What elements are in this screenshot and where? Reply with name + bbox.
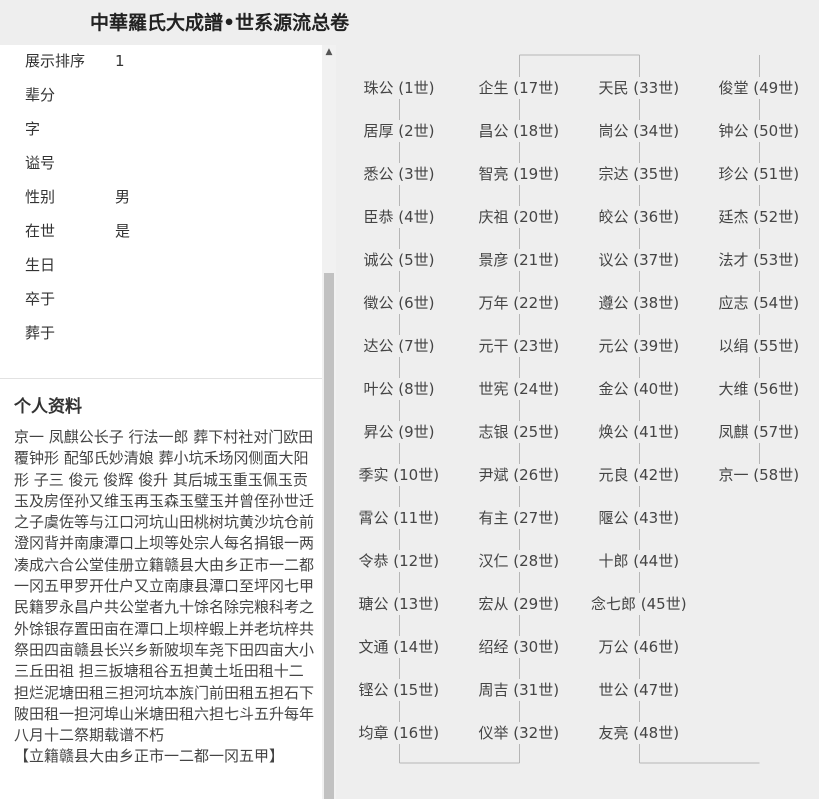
generation-node[interactable]: 焕公 (41世) (596, 421, 682, 443)
generation-node[interactable]: 企生 (17世) (476, 77, 562, 99)
attr-row-birthday: 生日 (25, 254, 115, 274)
generation-node[interactable]: 文通 (14世) (356, 636, 442, 658)
app-header: 中華羅氏大成譜•世系源流总卷 (0, 0, 819, 45)
attr-value: 1 (115, 52, 125, 70)
generation-node[interactable]: 俊堂 (49世) (716, 77, 802, 99)
generation-node[interactable]: 景彦 (21世) (476, 249, 562, 271)
generation-node[interactable]: 宏从 (29世) (476, 593, 562, 615)
page-title: 中華羅氏大成譜•世系源流总卷 (90, 12, 350, 34)
generation-node[interactable]: 议公 (37世) (596, 249, 682, 271)
generation-node[interactable]: 万年 (22世) (476, 292, 562, 314)
attr-row-generation-name: 辈分 (25, 84, 115, 104)
generation-node[interactable]: 元干 (23世) (476, 335, 562, 357)
generation-node[interactable]: 铿公 (15世) (356, 679, 442, 701)
generation-node[interactable]: 悉公 (3世) (361, 163, 437, 185)
attr-label: 展示排序 (25, 52, 86, 70)
generation-node[interactable]: 居厚 (2世) (361, 120, 437, 142)
generation-node[interactable]: 智亮 (19世) (476, 163, 562, 185)
generation-node[interactable]: 昇公 (9世) (361, 421, 437, 443)
generation-node[interactable]: 天民 (33世) (596, 77, 682, 99)
generation-node[interactable]: 以绢 (55世) (716, 335, 802, 357)
attr-label: 辈分 (25, 86, 56, 104)
generation-node[interactable]: 京一 (58世) (716, 464, 802, 486)
generation-node[interactable]: 珠公 (1世) (361, 77, 437, 99)
attribute-list: 展示排序 1 辈分 字 谥号 性别 男 在世 是 生日 卒于 葬于 (0, 45, 322, 380)
generation-node[interactable]: 念七郎 (45世) (589, 593, 689, 615)
generation-node[interactable]: 达公 (7世) (361, 335, 437, 357)
generation-node[interactable]: 诚公 (5世) (361, 249, 437, 271)
attr-row-gender: 性别 男 (25, 186, 130, 206)
section-divider (0, 378, 322, 379)
generation-node[interactable]: 遵公 (38世) (596, 292, 682, 314)
profile-heading: 个人资料 (14, 397, 82, 417)
attr-row-burial: 葬于 (25, 322, 115, 342)
generation-node[interactable]: 仪举 (32世) (476, 722, 562, 744)
attr-row-courtesy-name: 字 (25, 118, 115, 138)
generation-node[interactable]: 令恭 (12世) (356, 550, 442, 572)
generation-node[interactable]: 法才 (53世) (716, 249, 802, 271)
generation-node[interactable]: 凤麒 (57世) (716, 421, 802, 443)
generation-node[interactable]: 昌公 (18世) (476, 120, 562, 142)
attr-label: 性别 (25, 188, 56, 206)
generation-node[interactable]: 霄公 (11世) (356, 507, 442, 529)
attr-row-death: 卒于 (25, 288, 115, 308)
attr-label: 在世 (25, 222, 56, 240)
generation-node[interactable]: 均章 (16世) (356, 722, 442, 744)
generation-node[interactable]: 廷杰 (52世) (716, 206, 802, 228)
generation-node[interactable]: 珍公 (51世) (716, 163, 802, 185)
profile-text: 京一 凤麒公长子 行法一郎 葬下村社对门欧田覆钟形 配邹氏妙清娘 葬小坑禾场冈侧… (14, 428, 315, 745)
generation-node[interactable]: 汉仁 (28世) (476, 550, 562, 572)
generation-node[interactable]: 元公 (39世) (596, 335, 682, 357)
attr-row-posthumous-name: 谥号 (25, 152, 115, 172)
generation-node[interactable]: 应志 (54世) (716, 292, 802, 314)
generation-node[interactable]: 宗达 (35世) (596, 163, 682, 185)
generation-node[interactable]: 世宪 (24世) (476, 378, 562, 400)
generation-node[interactable]: 钟公 (50世) (716, 120, 802, 142)
generation-node[interactable]: 瑭公 (13世) (356, 593, 442, 615)
scroll-up-icon[interactable]: ▲ (322, 45, 336, 59)
generation-node[interactable]: 万公 (46世) (596, 636, 682, 658)
attr-label: 生日 (25, 256, 56, 274)
generation-node[interactable]: 叶公 (8世) (361, 378, 437, 400)
scrollbar-thumb[interactable] (324, 273, 334, 799)
generation-node[interactable]: 金公 (40世) (596, 378, 682, 400)
generation-node[interactable]: 尹斌 (26世) (476, 464, 562, 486)
attr-label: 谥号 (25, 154, 56, 172)
generation-node[interactable]: 皎公 (36世) (596, 206, 682, 228)
generation-node[interactable]: 庆祖 (20世) (476, 206, 562, 228)
profile-footer: 【立籍赣县大由乡正市一二都一冈五甲】 (14, 747, 285, 766)
detail-panel: 展示排序 1 辈分 字 谥号 性别 男 在世 是 生日 卒于 葬于 个人资料 京一 凤… (0, 45, 336, 799)
attr-label: 葬于 (25, 324, 56, 342)
attr-value: 是 (115, 222, 131, 240)
attr-value: 男 (115, 188, 131, 206)
profile-text-block: 京一 凤麒公长子 行法一郎 葬下村社对门欧田覆钟形 配邹氏妙清娘 葬小坑禾场冈侧… (14, 427, 314, 768)
generation-node[interactable]: 大维 (56世) (716, 378, 802, 400)
generation-tree: 珠公 (1世) 居厚 (2世) 悉公 (3世) 臣恭 (4世) 诚公 (5世) 徵公 (6… (336, 45, 819, 799)
generation-node[interactable]: 志银 (25世) (476, 421, 562, 443)
generation-node[interactable]: 周吉 (31世) (476, 679, 562, 701)
generation-node[interactable]: 隁公 (43世) (596, 507, 682, 529)
generation-node[interactable]: 季实 (10世) (356, 464, 442, 486)
generation-node[interactable]: 友亮 (48世) (596, 722, 682, 744)
attr-label: 字 (25, 120, 41, 138)
generation-node[interactable]: 十郎 (44世) (596, 550, 682, 572)
generation-node[interactable]: 世公 (47世) (596, 679, 682, 701)
generation-node[interactable]: 有主 (27世) (476, 507, 562, 529)
attr-label: 卒于 (25, 290, 56, 308)
generation-node[interactable]: 徵公 (6世) (361, 292, 437, 314)
generation-node[interactable]: 峝公 (34世) (596, 120, 682, 142)
attr-row-sort-order: 展示排序 1 (25, 50, 125, 70)
attr-row-alive: 在世 是 (25, 220, 130, 240)
generation-node[interactable]: 臣恭 (4世) (361, 206, 437, 228)
generation-node[interactable]: 元良 (42世) (596, 464, 682, 486)
generation-node[interactable]: 绍经 (30世) (476, 636, 562, 658)
vertical-scrollbar[interactable]: ▲ (322, 45, 336, 799)
